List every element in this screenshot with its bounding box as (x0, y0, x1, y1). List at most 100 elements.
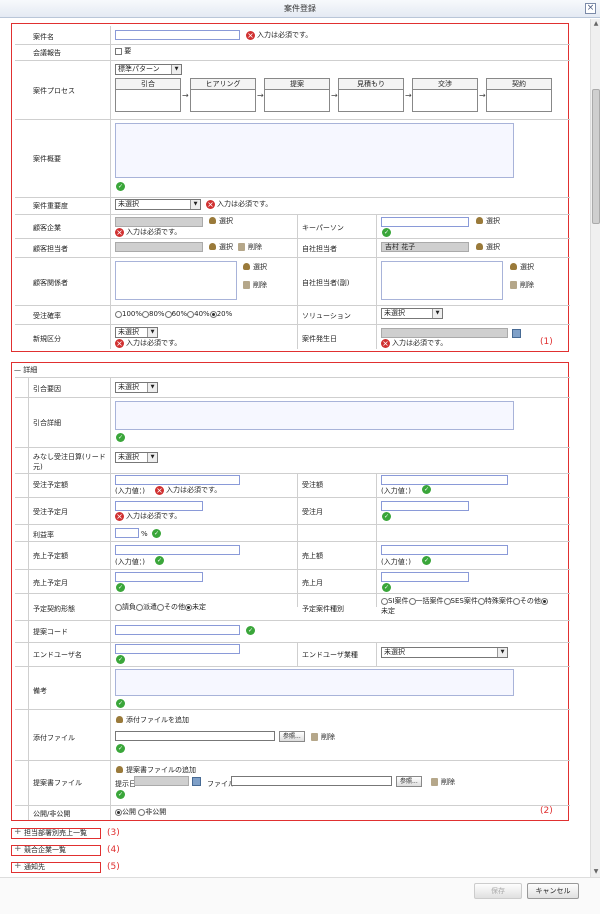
scroll-thumb[interactable] (592, 89, 600, 224)
attachment-browse-button[interactable]: 参照... (279, 731, 305, 742)
section-basic-box (11, 23, 569, 352)
expected-month-error: 入力は必須です。 (115, 512, 181, 521)
dialog-title: 案件登録 (284, 4, 316, 13)
importance-select[interactable]: 未選択 (115, 199, 201, 210)
sales-expected-month-input[interactable] (115, 572, 203, 582)
check-icon: ✓ (116, 655, 125, 664)
key-person-label: キーパーソン (302, 224, 344, 232)
sales-expected-input[interactable] (115, 545, 240, 555)
check-icon: ✓ (422, 485, 431, 494)
inquiry-reason-label: 引合要因 (33, 385, 61, 393)
case-name-input[interactable] (115, 30, 240, 40)
profit-label: 利益率 (33, 531, 54, 539)
deemed-date-select[interactable]: 未選択 (115, 452, 158, 463)
end-user-input[interactable] (115, 644, 240, 654)
case-name-label: 案件名 (33, 33, 54, 41)
customer-error: 入力は必須です。 (115, 228, 181, 237)
proposal-file-label: 提案書ファイル (33, 779, 82, 787)
overview-textarea[interactable] (115, 123, 514, 178)
customer-select-button[interactable]: 選択 (208, 216, 233, 226)
stage-2: 提案 (264, 78, 330, 112)
sales-month-label: 売上月 (302, 579, 323, 587)
meeting-checkbox[interactable]: 要 (115, 46, 131, 56)
process-select[interactable]: 標準パターン (115, 64, 182, 75)
submit-date-field[interactable] (134, 776, 189, 786)
contract-type-radio-group[interactable]: 請負 派遣 その他 未定 (115, 602, 206, 612)
inquiry-reason-select[interactable]: 未選択 (115, 382, 158, 393)
customer-contact-delete-button[interactable]: 削除 (237, 242, 262, 252)
importance-error: 入力は必須です。 (206, 200, 272, 209)
scrollbar[interactable]: ▲ ▼ (590, 19, 600, 877)
attachment-delete-button[interactable]: 削除 (310, 732, 335, 742)
customer-contact-select-button[interactable]: 選択 (208, 242, 233, 252)
process-label: 案件プロセス (33, 87, 75, 95)
expected-amount-input[interactable] (115, 475, 240, 485)
occur-date-field[interactable] (381, 328, 508, 338)
expected-month-input[interactable] (115, 501, 203, 511)
own-contact-sub-label: 自社担当者(副) (302, 279, 350, 287)
check-icon: ✓ (116, 744, 125, 753)
proposal-delete-button[interactable]: 削除 (430, 777, 455, 787)
attachment-file-input[interactable] (115, 731, 275, 741)
notes-label: 備考 (33, 687, 47, 695)
check-icon: ✓ (116, 433, 125, 442)
annotation-1: (1) (540, 337, 553, 347)
check-icon: ✓ (116, 790, 125, 799)
own-contact-select-button[interactable]: 選択 (475, 242, 500, 252)
new-type-select[interactable]: 未選択 (115, 327, 158, 338)
close-icon[interactable]: × (585, 3, 596, 14)
key-person-field[interactable] (381, 217, 469, 227)
section-notify-toggle[interactable]: 通知先 (11, 862, 101, 873)
check-icon: ✓ (246, 626, 255, 635)
own-contact-label: 自社担当者 (302, 245, 337, 253)
sales-input[interactable] (381, 545, 508, 555)
save-button[interactable]: 保存 (474, 883, 522, 899)
customer-related-label: 顧客関係者 (33, 279, 68, 287)
add-attachment-link[interactable]: 添付ファイルを追加 (115, 715, 189, 725)
profit-input[interactable] (115, 528, 139, 538)
add-proposal-link[interactable]: 提案書ファイルの追加 (115, 765, 196, 775)
expected-amount-label: 受注予定額 (33, 481, 68, 489)
own-contact-sub-delete-button[interactable]: 削除 (509, 280, 534, 290)
stage-0: 引合 (115, 78, 181, 112)
sales-month-input[interactable] (381, 572, 469, 582)
new-type-error: 入力は必須です。 (115, 339, 181, 348)
visibility-radio-group[interactable]: 公開 非公開 (115, 807, 166, 817)
proposal-code-input[interactable] (115, 625, 240, 635)
scroll-down-icon[interactable]: ▼ (592, 868, 600, 876)
section-dept-sales-toggle[interactable]: 担当部署別売上一覧 (11, 828, 101, 839)
customer-related-select-button[interactable]: 選択 (242, 262, 267, 272)
expected-amount-error: 入力は必須です。 (155, 486, 221, 495)
own-contact-sub-select-button[interactable]: 選択 (509, 262, 534, 272)
detail-collapse-toggle[interactable]: — 詳細 (14, 365, 37, 375)
solution-select[interactable]: 未選択 (381, 308, 443, 319)
section-competitors-toggle[interactable]: 競合企業一覧 (11, 845, 101, 856)
proposal-file-input[interactable] (231, 776, 392, 786)
own-contact-sub-list[interactable] (381, 261, 503, 300)
calendar-icon[interactable] (192, 777, 201, 786)
check-icon: ✓ (382, 583, 391, 592)
solution-label: ソリューション (302, 312, 351, 320)
stage-3: 見積もり (338, 78, 404, 112)
end-user-industry-select[interactable]: 未選択 (381, 647, 508, 658)
scroll-up-icon[interactable]: ▲ (592, 20, 600, 28)
annotation-5: (5) (107, 862, 120, 872)
probability-radio-group[interactable]: 100% 80% 60% 40% 20% (115, 309, 232, 319)
actual-amount-input[interactable] (381, 475, 508, 485)
case-type-radio-group[interactable]: SI案件 一括案件 SES案件 特殊案件 その他未定 (381, 596, 553, 616)
probability-label: 受注確率 (33, 312, 61, 320)
inquiry-detail-label: 引合詳細 (33, 419, 61, 427)
key-person-select-button[interactable]: 選択 (475, 216, 500, 226)
customer-related-list[interactable] (115, 261, 237, 300)
case-type-label: 予定案件種別 (302, 605, 344, 613)
contract-type-label: 予定契約形態 (33, 605, 75, 613)
actual-month-input[interactable] (381, 501, 469, 511)
check-icon: ✓ (116, 583, 125, 592)
proposal-browse-button[interactable]: 参照... (396, 776, 422, 787)
customer-related-delete-button[interactable]: 削除 (242, 280, 267, 290)
cancel-button[interactable]: キャンセル (527, 883, 579, 899)
inquiry-detail-textarea[interactable] (115, 401, 514, 430)
notes-textarea[interactable] (115, 669, 514, 696)
calendar-icon[interactable] (512, 329, 521, 338)
visibility-label: 公開/非公開 (33, 810, 71, 818)
